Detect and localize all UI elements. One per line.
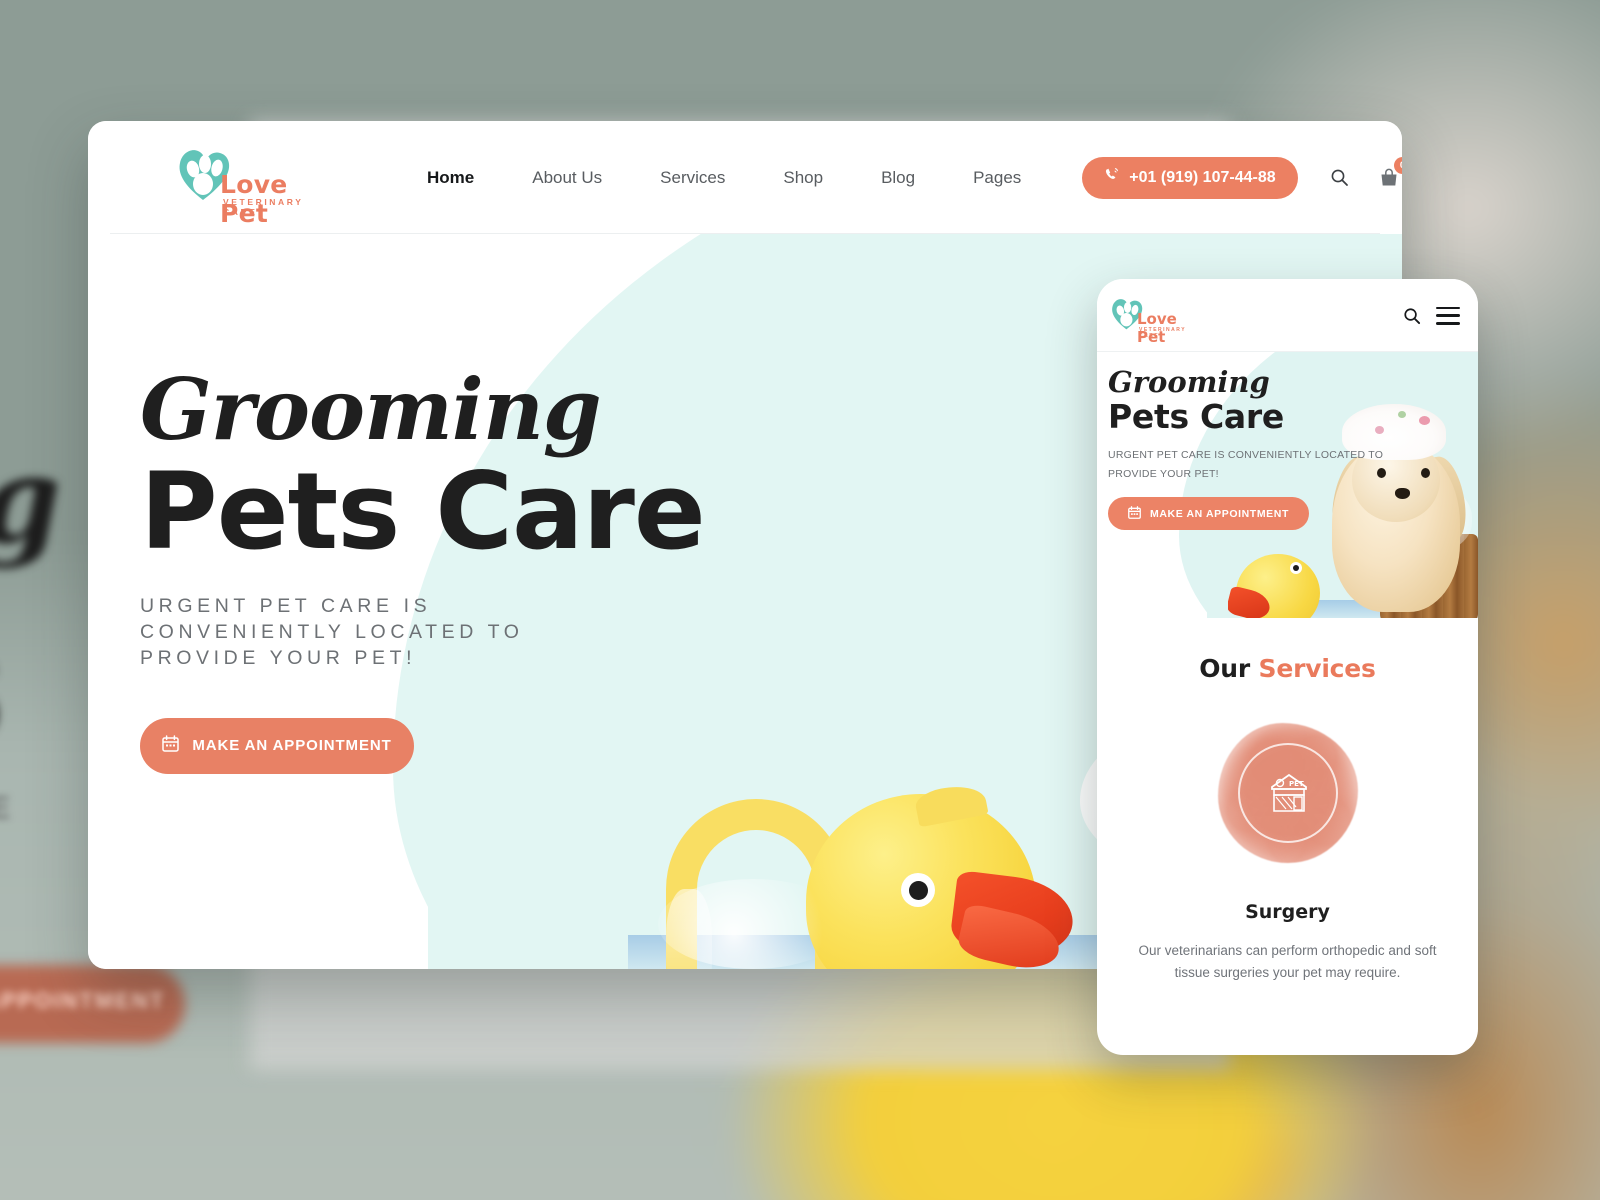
pet-shop-icon: PET xyxy=(1260,763,1318,821)
mobile-preview-card: Love Pet VETERINARY CARE Grooming Pets C… xyxy=(1097,279,1478,1055)
cart-icon[interactable]: 0 xyxy=(1376,156,1402,191)
mobile-hero-section: Grooming Pets Care URGENT PET CARE IS CO… xyxy=(1097,352,1478,618)
background-subtitle-line-1: CARE xyxy=(0,790,18,826)
service-card-title: Surgery xyxy=(1245,901,1330,923)
mobile-hero-subtitle: URGENT PET CARE IS CONVENIENTLY LOCATED … xyxy=(1108,449,1384,480)
site-header: Love Pet VETERINARY CARE Home About Us S… xyxy=(88,121,1402,234)
mobile-make-appointment-label: MAKE AN APPOINTMENT xyxy=(1150,507,1289,520)
logo-tagline: VETERINARY CARE xyxy=(223,196,304,217)
services-heading-first: Our xyxy=(1199,654,1259,683)
calendar-icon xyxy=(162,735,180,756)
hamburger-bar xyxy=(1436,314,1460,317)
services-heading-accent: Services xyxy=(1258,654,1376,683)
mobile-hero-main-heading: Pets Care xyxy=(1108,397,1284,436)
nav-item-pages[interactable]: Pages xyxy=(944,168,1050,188)
services-heading: Our Services xyxy=(1119,654,1456,683)
make-appointment-button[interactable]: MAKE AN APPOINTMENT xyxy=(140,717,414,774)
mobile-hero-text-block: Grooming Pets Care URGENT PET CARE IS CO… xyxy=(1108,365,1408,531)
background-cta-label: AN APPOINTMENT xyxy=(0,988,166,1013)
mobile-hero-script-heading: Grooming xyxy=(1108,365,1270,399)
hero-main-heading: Pets Care xyxy=(140,450,706,573)
duck-eye-pupil xyxy=(909,881,928,900)
hamburger-bar xyxy=(1436,306,1460,310)
hero-script-heading: Grooming xyxy=(140,360,602,459)
make-appointment-label: MAKE AN APPOINTMENT xyxy=(192,737,392,755)
mobile-calendar-icon xyxy=(1128,505,1141,522)
mobile-duck-eye xyxy=(1290,562,1302,574)
nav-item-about-us[interactable]: About Us xyxy=(503,168,631,188)
hero-subtitle: URGENT PET CARE IS CONVENIENTLY LOCATED … xyxy=(140,595,524,669)
search-icon[interactable] xyxy=(1329,167,1351,189)
mobile-site-logo[interactable]: Love Pet VETERINARY CARE xyxy=(1110,293,1196,346)
nav-item-services[interactable]: Services xyxy=(631,168,754,188)
phone-call-button[interactable]: +01 (919) 107-44-88 xyxy=(1082,156,1298,199)
nav-item-home[interactable]: Home xyxy=(398,168,503,188)
background-heavy-text: s xyxy=(0,585,5,781)
cart-count-badge: 0 xyxy=(1394,156,1402,174)
background-script-text: ng xyxy=(0,430,61,571)
shower-cap-flower xyxy=(1419,416,1430,425)
mobile-make-appointment-button[interactable]: MAKE AN APPOINTMENT xyxy=(1108,497,1309,531)
site-logo[interactable]: Love Pet VETERINARY CARE xyxy=(176,142,316,228)
phone-number-label: +01 (919) 107-44-88 xyxy=(1129,168,1276,186)
mobile-services-section: Our Services PET Surgery Our veterinaria… xyxy=(1097,618,1478,984)
nav-item-blog[interactable]: Blog xyxy=(852,168,944,188)
service-card-description: Our veterinarians can perform orthopedic… xyxy=(1138,943,1437,980)
main-navigation: Home About Us Services Shop Blog Pages xyxy=(398,168,1050,188)
service-icon-splash: PET xyxy=(1217,723,1358,863)
mobile-search-icon[interactable] xyxy=(1403,307,1421,325)
mobile-logo-tagline: VETERINARY CARE xyxy=(1139,326,1186,339)
hamburger-menu-icon[interactable] xyxy=(1436,306,1460,325)
bubble-fizz xyxy=(658,879,848,969)
phone-icon xyxy=(1104,167,1120,188)
hamburger-bar xyxy=(1436,321,1460,325)
nav-item-shop[interactable]: Shop xyxy=(754,168,852,188)
svg-text:PET: PET xyxy=(1289,780,1304,788)
mobile-header: Love Pet VETERINARY CARE xyxy=(1097,279,1478,352)
mobile-header-actions xyxy=(1403,306,1460,325)
hero-text-block: Grooming Pets Care URGENT PET CARE IS CO… xyxy=(140,360,706,774)
puppy-eye-right xyxy=(1421,468,1430,478)
